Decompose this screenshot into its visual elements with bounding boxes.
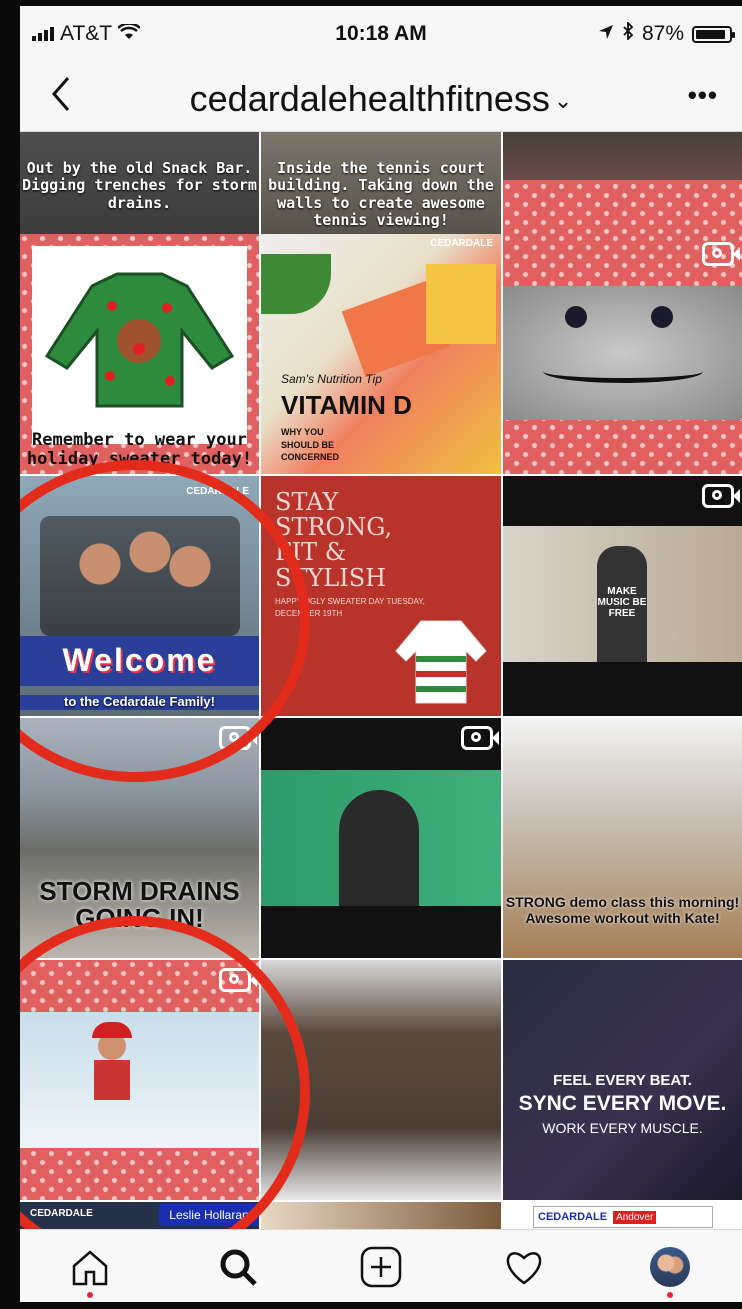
post-tile[interactable]: STRONG demo class this morning! Awesome … <box>503 718 742 958</box>
post-tile[interactable]: CEDARDALE Welcome to the Cedardale Famil… <box>20 476 259 716</box>
tab-home[interactable] <box>60 1242 120 1298</box>
ad-line-2: SYNC EVERY MOVE. <box>518 1092 727 1115</box>
group-photo <box>503 132 742 180</box>
bottom-tab-bar <box>20 1229 742 1302</box>
video-icon <box>702 484 740 508</box>
post-tile[interactable]: CEDARDALE Sam's Nutrition Tip VITAMIN D … <box>261 234 501 474</box>
status-right: 87% <box>598 20 735 46</box>
location-label: Andover <box>613 1210 657 1224</box>
post-tile[interactable] <box>503 234 742 474</box>
post-tile[interactable]: MAKE MUSIC BE FREE <box>503 476 742 716</box>
profile-avatar-icon <box>650 1247 690 1287</box>
post-caption: Remember to wear your holiday sweater to… <box>26 429 253 470</box>
device-frame <box>0 0 20 1309</box>
post-tile[interactable]: CEDARDALE Andover <box>503 1202 742 1229</box>
username-title: cedardalehealthfitness <box>189 78 550 119</box>
heart-icon <box>506 1252 542 1285</box>
post-tile[interactable] <box>261 960 501 1200</box>
video-icon <box>461 726 499 750</box>
brand-logo: CEDARDALE Andover <box>533 1206 713 1228</box>
video-still <box>261 770 501 906</box>
sweater-icon <box>395 620 487 704</box>
ugly-sweater-icon <box>44 272 235 408</box>
welcome-banner: Welcome <box>20 636 259 686</box>
device-frame-bottom <box>0 1302 742 1309</box>
home-icon <box>72 1250 108 1286</box>
post-tile[interactable] <box>261 718 501 958</box>
post-tile[interactable]: STORM DRAINS GOING IN! <box>20 718 259 958</box>
search-icon <box>220 1249 257 1286</box>
ad-line-3: WORK EVERY MUSCLE. <box>542 1120 703 1136</box>
staff-photo <box>40 516 240 636</box>
video-icon <box>219 726 257 750</box>
battery-icon <box>692 25 735 43</box>
post-caption: STORM DRAINS GOING IN! <box>39 876 240 934</box>
post-tile[interactable] <box>261 1202 501 1229</box>
post-caption: Inside the tennis court building. Taking… <box>268 159 494 229</box>
tab-profile[interactable] <box>640 1242 700 1298</box>
post-sub: WHY YOU SHOULD BE CONCERNED <box>281 427 340 463</box>
sweater-card <box>32 246 247 444</box>
tab-search[interactable] <box>208 1242 268 1292</box>
brand-mark: CEDARDALE <box>30 1208 93 1219</box>
username-switcher[interactable]: cedardalehealthfitness ⌄ <box>20 78 742 120</box>
post-headline: VITAMIN D <box>281 390 412 420</box>
profile-header: cedardalehealthfitness ⌄ ••• <box>20 62 742 132</box>
location-arrow-icon <box>598 22 614 46</box>
brand-mark: CEDARDALE <box>538 1211 608 1223</box>
shirt-text: MAKE MUSIC BE FREE <box>597 586 647 619</box>
eggs-image <box>426 264 496 344</box>
tab-add-post[interactable] <box>351 1242 411 1292</box>
chevron-down-icon: ⌄ <box>553 88 573 114</box>
post-sub: to the Cedardale Family! <box>20 694 259 710</box>
name-banner: Leslie Hollaran <box>159 1204 259 1226</box>
post-tile[interactable]: STAY STRONG, FIT & STYLISH HAPPY UGLY SW… <box>261 476 501 716</box>
bluetooth-icon <box>622 20 634 46</box>
video-icon <box>219 968 257 992</box>
battery-percent: 87% <box>641 22 684 45</box>
post-kicker: Sam's Nutrition Tip <box>281 372 382 386</box>
post-tile[interactable]: Remember to wear your holiday sweater to… <box>20 234 259 474</box>
more-options-button[interactable]: ••• <box>688 80 718 111</box>
post-headline: Welcome <box>62 642 217 678</box>
add-post-icon <box>360 1246 402 1288</box>
notification-dot <box>667 1292 673 1298</box>
post-headline: STAY STRONG, FIT & STYLISH <box>275 488 393 592</box>
more-dots-icon: ••• <box>687 80 718 110</box>
post-caption: STRONG demo class this morning! Awesome … <box>505 894 740 927</box>
tab-activity[interactable] <box>494 1242 554 1292</box>
phone-screen: AT&T 10:18 AM 87% cedardalehealthfitness… <box>20 6 742 1302</box>
post-tile[interactable]: FEEL EVERY BEAT. SYNC EVERY MOVE. WORK E… <box>503 960 742 1200</box>
post-tile[interactable] <box>20 960 259 1200</box>
greens-image <box>261 254 331 314</box>
brand-mark: CEDARDALE <box>186 486 249 497</box>
brand-mark: CEDARDALE <box>430 238 493 249</box>
video-still: MAKE MUSIC BE FREE <box>503 526 742 662</box>
post-tile[interactable]: CEDARDALE Leslie Hollaran <box>20 1202 259 1229</box>
post-grid: Out by the old Snack Bar. Digging trench… <box>20 132 742 1229</box>
video-still <box>20 1012 259 1148</box>
smiley-snow-image <box>503 286 742 420</box>
ad-line-1: FEEL EVERY BEAT. <box>553 1072 692 1089</box>
notification-dot <box>87 1292 93 1298</box>
video-icon <box>702 242 740 266</box>
status-bar: AT&T 10:18 AM 87% <box>20 6 742 62</box>
post-caption: Out by the old Snack Bar. Digging trench… <box>22 159 257 212</box>
